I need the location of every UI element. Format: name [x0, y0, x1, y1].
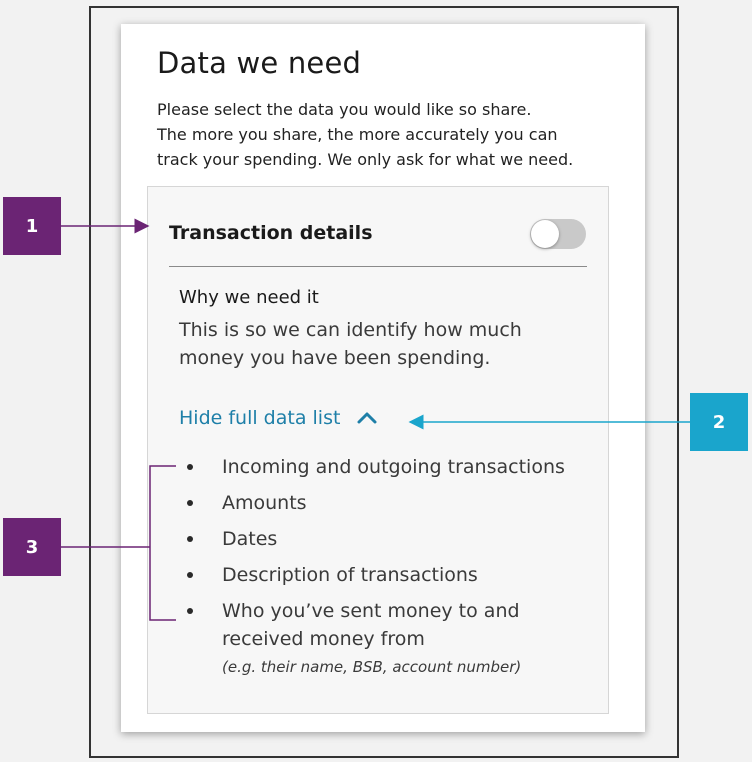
callout-3-badge: 3	[3, 518, 61, 576]
callout-1-badge: 1	[3, 197, 61, 255]
callout-2-badge: 2	[690, 393, 748, 451]
callout-connectors	[61, 218, 690, 621]
callout-3-bracket	[149, 465, 176, 621]
